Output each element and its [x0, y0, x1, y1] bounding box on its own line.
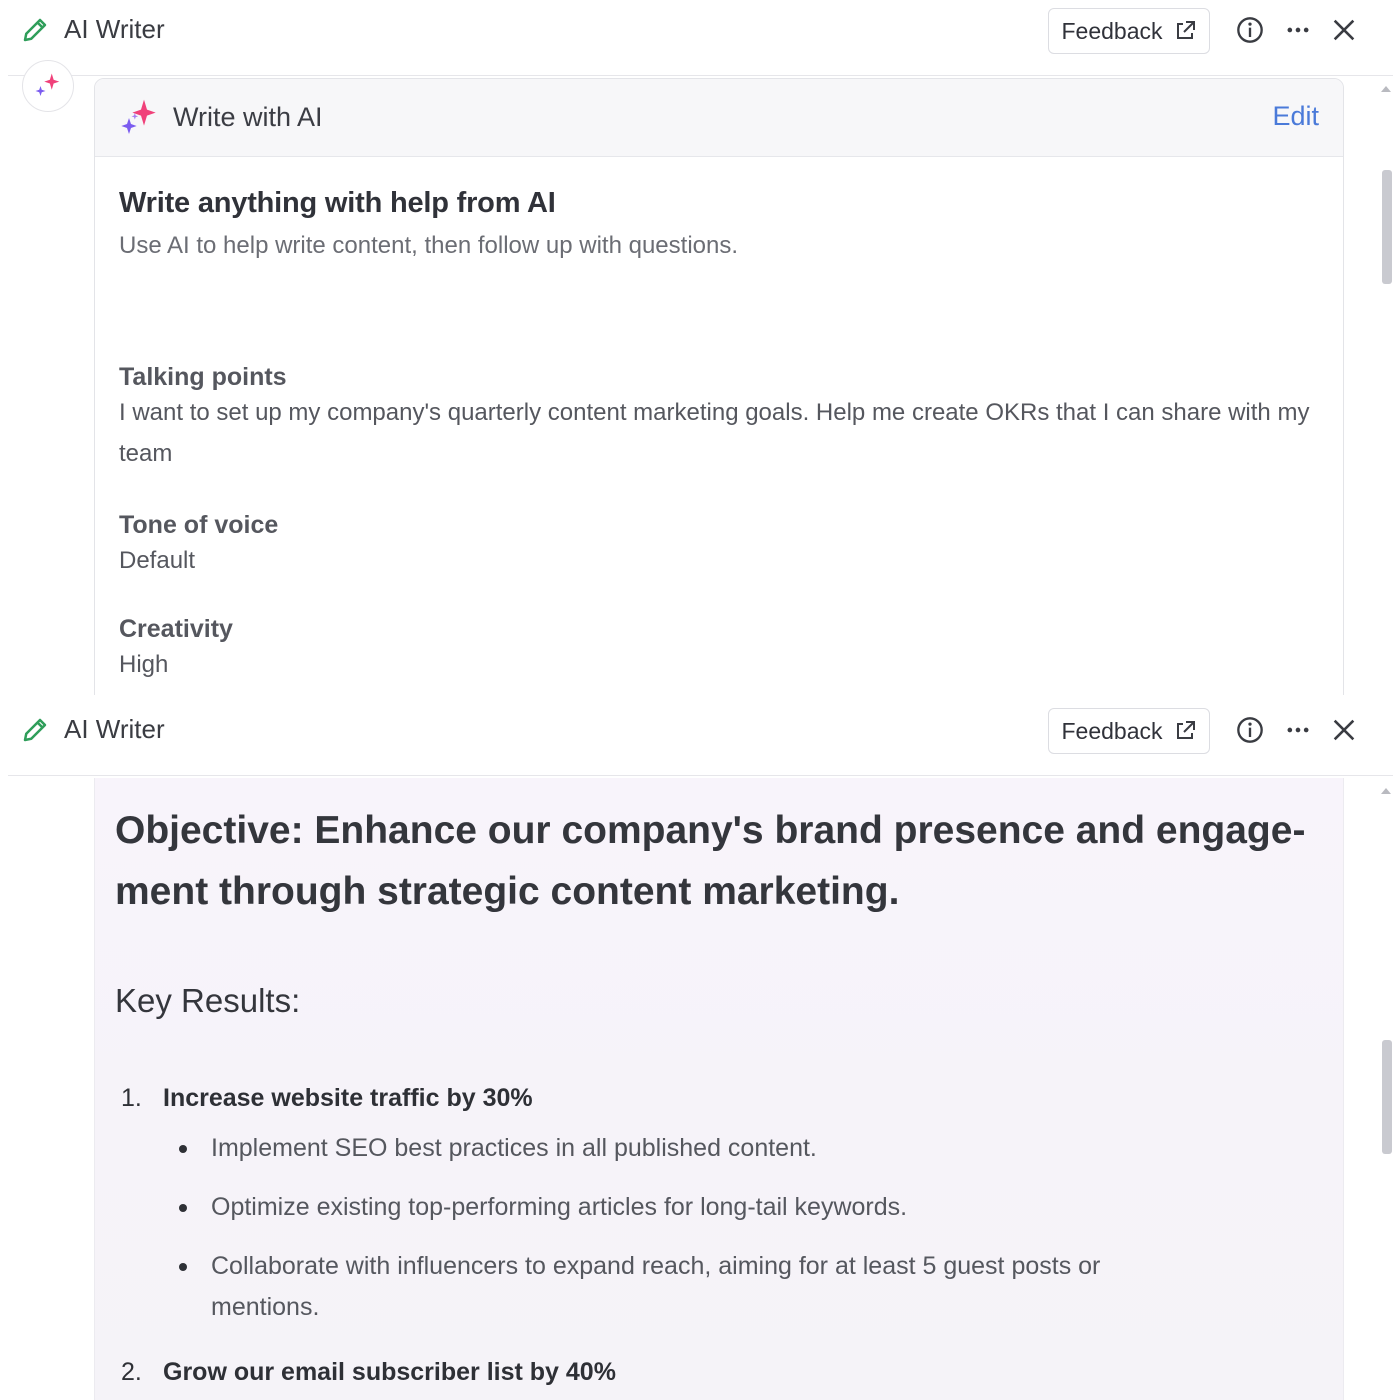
prompt-card-title: Write with AI [173, 102, 323, 132]
pencil-icon [23, 718, 47, 741]
panel-header: AI Writer Feedback [8, 700, 1393, 776]
ai-avatar [22, 60, 74, 112]
more-icon [1287, 727, 1309, 733]
feedback-label: Feedback [1061, 717, 1163, 744]
ai-writer-panel-top: AI Writer Feedback Write with AI Edit Wr… [0, 0, 1400, 695]
field-value: I want to set up my company's quarterly … [119, 399, 1310, 467]
bullet-text: Collaborate with influencers to expand r… [211, 1252, 1101, 1321]
objective-heading: Objective: Enhance our company's brand p… [115, 809, 1306, 913]
list-item: Collaborate with influencers to expand r… [179, 1246, 1179, 1328]
ai-writer-panel-bottom: AI Writer Feedback Objective: Enhance ou… [0, 700, 1400, 1400]
key-result-item: 1. Increase website traffic by 30% [121, 1084, 533, 1113]
key-results-heading: Key Results: [115, 982, 301, 1019]
external-link-icon [1176, 721, 1195, 739]
sparkle-icon [35, 73, 60, 96]
info-button[interactable] [1234, 14, 1266, 46]
external-link-icon [1176, 21, 1195, 39]
bullet-dot [179, 1145, 187, 1153]
list-number: 1. [121, 1084, 142, 1112]
close-button[interactable] [1328, 14, 1360, 46]
bullet-text: Implement SEO best practices in all publ… [211, 1134, 817, 1162]
pencil-icon [23, 18, 47, 41]
title-group: AI Writer [20, 714, 165, 745]
key-result-item: 2. Grow our email subscriber list by 40% [121, 1358, 616, 1387]
more-icon [1287, 27, 1309, 33]
generated-document: Objective: Enhance our company's brand p… [94, 778, 1344, 1400]
app-title: AI Writer [64, 14, 165, 44]
bullet-dot [179, 1204, 187, 1212]
field-tone-of-voice: Tone of voice Default [119, 511, 278, 581]
panel-header: AI Writer Feedback [8, 0, 1393, 76]
app-title: AI Writer [64, 714, 165, 744]
field-value: High [119, 651, 169, 678]
prompt-card-header: Write with AI Edit [95, 79, 1343, 157]
feedback-button[interactable]: Feedback [1048, 8, 1210, 54]
field-talking-points: Talking points I want to set up my compa… [119, 363, 1319, 474]
list-item: Optimize existing top-performing article… [179, 1187, 1239, 1228]
field-creativity: Creativity High [119, 615, 233, 685]
title-group: AI Writer [20, 14, 165, 45]
scrollbar-thumb[interactable] [1382, 170, 1392, 284]
feedback-label: Feedback [1061, 17, 1163, 44]
prompt-heading: Write anything with help from AI [119, 187, 556, 219]
field-value: Default [119, 547, 196, 574]
scroll-up-arrow[interactable] [1381, 788, 1391, 794]
field-label: Tone of voice [119, 511, 279, 539]
scroll-up-arrow[interactable] [1381, 86, 1391, 92]
list-item: Implement SEO best practices in all publ… [179, 1128, 1239, 1169]
prompt-subheading: Use AI to help write content, then follo… [119, 232, 739, 259]
info-icon [1237, 717, 1263, 743]
feedback-button[interactable]: Feedback [1048, 708, 1210, 754]
field-label: Creativity [119, 615, 233, 643]
info-icon [1237, 17, 1263, 43]
key-result-title: Grow our email subscriber list by 40% [163, 1358, 616, 1386]
list-number: 2. [121, 1358, 142, 1386]
close-button[interactable] [1328, 714, 1360, 746]
sparkle-icon [121, 99, 156, 134]
info-button[interactable] [1234, 714, 1266, 746]
more-button[interactable] [1282, 14, 1314, 46]
edit-button[interactable]: Edit [1272, 101, 1319, 132]
more-button[interactable] [1282, 714, 1314, 746]
prompt-card: Write with AI Edit Write anything with h… [94, 78, 1344, 695]
bullet-dot [179, 1263, 187, 1271]
prompt-card-body: Write anything with help from AI Use AI … [95, 157, 1343, 290]
bullet-text: Optimize existing top-performing article… [211, 1193, 908, 1221]
scrollbar-thumb[interactable] [1382, 1040, 1392, 1154]
key-result-title: Increase website traffic by 30% [163, 1084, 533, 1112]
close-icon [1333, 719, 1355, 741]
close-icon [1333, 19, 1355, 41]
field-label: Talking points [119, 363, 287, 391]
